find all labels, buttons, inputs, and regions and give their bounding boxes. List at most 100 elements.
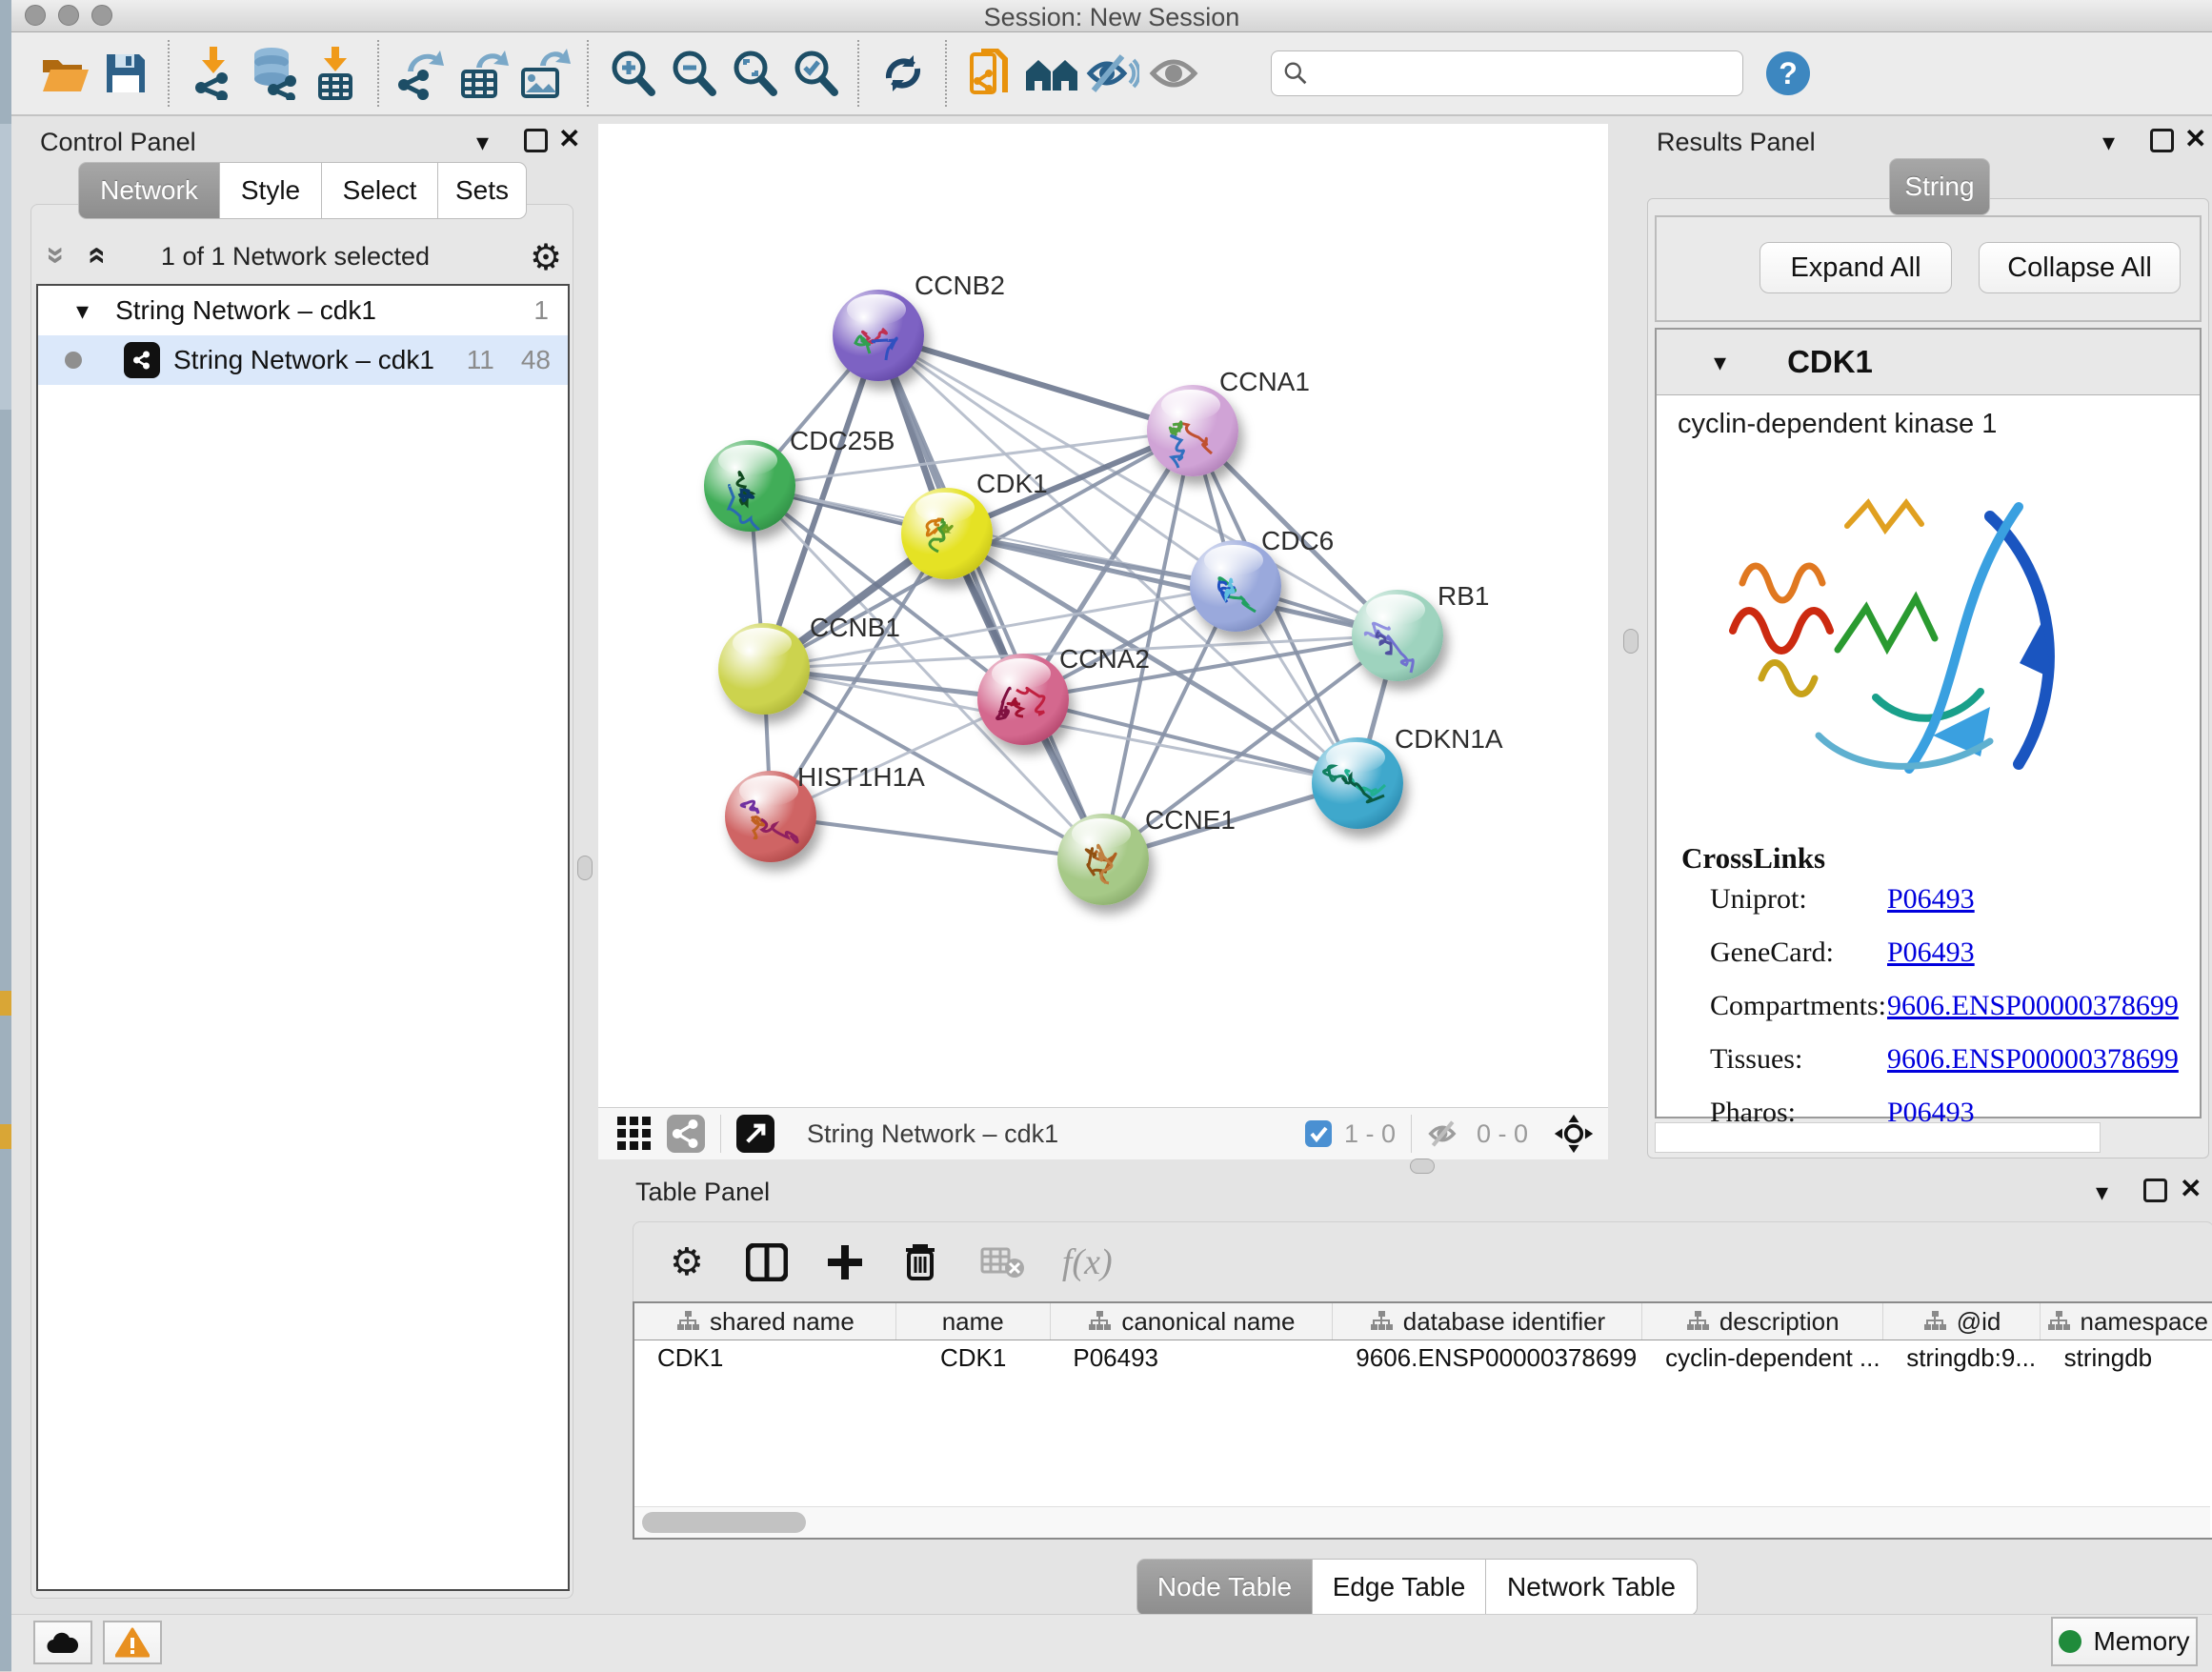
export-table-button[interactable] — [453, 43, 514, 104]
function-builder-icon[interactable]: f(x) — [1062, 1241, 1113, 1283]
crosslink-value-link[interactable]: 9606.ENSP00000378699 — [1887, 1043, 2179, 1076]
tab-select[interactable]: Select — [322, 162, 438, 219]
expand-all-button[interactable]: Expand All — [1760, 242, 1952, 293]
network-node-ccna1[interactable] — [1147, 385, 1238, 476]
crosslink-value-link[interactable]: P06493 — [1887, 883, 1975, 916]
add-column-icon[interactable] — [826, 1243, 864, 1281]
table-panel-close-icon[interactable]: ✕ — [2180, 1176, 2202, 1202]
control-panel-title: Control Panel — [40, 128, 196, 157]
column-header-name[interactable]: name — [896, 1303, 1051, 1340]
cloud-button[interactable] — [33, 1621, 92, 1664]
table-panel-float-icon[interactable] — [2143, 1178, 2167, 1202]
network-node-cdk1[interactable] — [901, 488, 993, 579]
table-panel-menu-icon[interactable]: ▾ — [2096, 1179, 2108, 1204]
column-header-shared-name[interactable]: shared name — [634, 1303, 896, 1340]
show-all-button[interactable] — [1143, 43, 1204, 104]
main-toolbar: ? — [11, 32, 2212, 116]
network-share-icon[interactable] — [667, 1115, 705, 1153]
column-header-namespace[interactable]: namespace — [2041, 1303, 2212, 1340]
gear-icon[interactable]: ⚙ — [530, 236, 562, 279]
tab-network-table[interactable]: Network Table — [1486, 1559, 1698, 1616]
table-settings-gear-icon[interactable]: ⚙ — [670, 1240, 704, 1284]
open-session-button[interactable] — [34, 43, 95, 104]
cloud-icon — [46, 1630, 80, 1655]
import-network-file-button[interactable] — [183, 43, 244, 104]
network-collection-row[interactable]: ▾String Network – cdk11 — [38, 286, 568, 335]
bottom-splitter-handle[interactable] — [1410, 1158, 1435, 1174]
tab-edge-table[interactable]: Edge Table — [1313, 1559, 1486, 1616]
application-window: Session: New Session — [11, 0, 2212, 1671]
memory-label: Memory — [2093, 1626, 2189, 1657]
tab-node-table[interactable]: Node Table — [1136, 1559, 1313, 1616]
tab-network[interactable]: Network — [78, 162, 220, 219]
column-type-icon — [675, 1310, 700, 1333]
left-splitter-handle[interactable] — [577, 856, 593, 880]
node-label-ccna2: CCNA2 — [1059, 644, 1150, 675]
crosslink-label: Compartments: — [1710, 990, 1887, 1022]
duplicate-network-button[interactable] — [960, 43, 1021, 104]
help-button[interactable]: ? — [1766, 51, 1810, 95]
tab-sets[interactable]: Sets — [438, 162, 527, 219]
control-panel-menu-icon[interactable]: ▾ — [476, 130, 489, 154]
crosslink-value-link[interactable]: P06493 — [1887, 937, 1975, 969]
fit-content-button[interactable] — [724, 43, 785, 104]
crosslink-value-link[interactable]: 9606.ENSP00000378699 — [1887, 990, 2179, 1022]
control-panel-close-icon[interactable]: ✕ — [558, 126, 580, 152]
zoom-out-button[interactable] — [663, 43, 724, 104]
control-panel-float-icon[interactable] — [524, 129, 548, 152]
export-image-button[interactable] — [514, 43, 575, 104]
show-columns-icon[interactable] — [746, 1243, 788, 1281]
memory-button[interactable]: Memory — [2051, 1617, 2198, 1666]
warnings-button[interactable] — [103, 1621, 162, 1664]
node-table: shared namenamecanonical namedatabase id… — [633, 1301, 2212, 1540]
column-type-icon — [1922, 1310, 1947, 1333]
column-header-canonical-name[interactable]: canonical name — [1051, 1303, 1334, 1340]
network-node-ccnb2[interactable] — [833, 290, 924, 381]
collapse-all-button[interactable]: Collapse All — [1979, 242, 2181, 293]
zoom-selected-button[interactable] — [785, 43, 846, 104]
table-cell: stringdb — [2041, 1340, 2212, 1375]
collection-expand-icon[interactable]: ▾ — [76, 298, 89, 323]
right-splitter-handle[interactable] — [1623, 629, 1639, 654]
column-header-description[interactable]: description — [1642, 1303, 1883, 1340]
network-row[interactable]: String Network – cdk11148 — [38, 335, 568, 385]
column-header-database-identifier[interactable]: database identifier — [1333, 1303, 1641, 1340]
node-label-ccna1: CCNA1 — [1219, 367, 1310, 397]
tab-string[interactable]: String — [1889, 158, 1990, 215]
results-panel-menu-icon[interactable]: ▾ — [2102, 130, 2115, 154]
network-node-ccne1[interactable] — [1057, 814, 1149, 905]
results-panel-title: Results Panel — [1657, 128, 1816, 157]
column-header--id[interactable]: @id — [1883, 1303, 2041, 1340]
network-node-ccnb1[interactable] — [718, 623, 810, 715]
protein-entry-header[interactable]: ▾ CDK1 — [1657, 330, 2200, 395]
open-external-icon[interactable] — [736, 1115, 774, 1153]
network-canvas[interactable]: CCNB2CCNA1CDC25BCDK1CDC6RB1CCNB1CCNA2CDK… — [598, 124, 1608, 1107]
network-node-cdkn1a[interactable] — [1312, 737, 1403, 829]
results-panel-close-icon[interactable]: ✕ — [2184, 126, 2206, 152]
birdseye-crosshair-icon[interactable] — [1553, 1113, 1595, 1155]
apply-layout-button[interactable] — [873, 43, 934, 104]
home-button[interactable] — [1021, 43, 1082, 104]
network-node-rb1[interactable] — [1352, 590, 1443, 681]
delete-column-trash-icon[interactable] — [902, 1242, 938, 1282]
results-panel-float-icon[interactable] — [2150, 129, 2174, 152]
hscrollbar-thumb[interactable] — [642, 1512, 806, 1533]
save-session-button[interactable] — [95, 43, 156, 104]
search-input[interactable] — [1308, 58, 1731, 90]
export-network-button[interactable] — [392, 43, 453, 104]
warning-icon — [115, 1627, 150, 1658]
network-node-ccna2[interactable] — [977, 654, 1069, 745]
entry-collapse-icon[interactable]: ▾ — [1714, 350, 1726, 374]
protein-name: CDK1 — [1787, 344, 1873, 380]
hide-selected-button[interactable] — [1082, 43, 1143, 104]
import-network-database-button[interactable] — [244, 43, 305, 104]
crosslinks-title: CrossLinks — [1657, 836, 2200, 876]
zoom-in-button[interactable] — [602, 43, 663, 104]
import-table-file-button[interactable] — [305, 43, 366, 104]
grid-view-icon[interactable] — [615, 1115, 654, 1153]
tab-style[interactable]: Style — [220, 162, 322, 219]
search-field — [1271, 50, 1743, 96]
delete-table-icon[interactable] — [980, 1245, 1024, 1279]
table-row[interactable]: CDK1CDK1P064939606.ENSP00000378699cyclin… — [634, 1340, 2212, 1375]
network-node-cdc25b[interactable] — [704, 440, 795, 532]
